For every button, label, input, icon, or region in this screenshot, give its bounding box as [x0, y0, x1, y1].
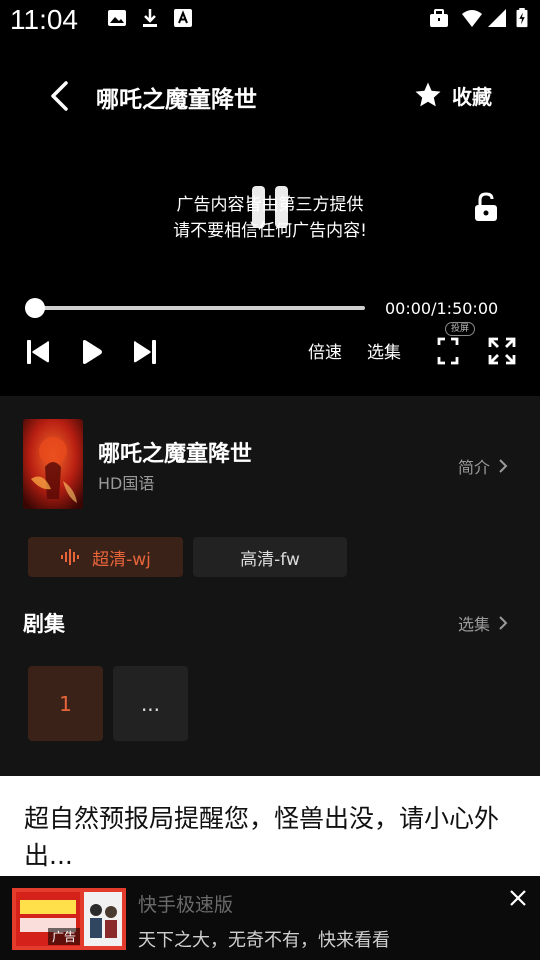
font-icon: [174, 9, 192, 27]
fullscreen-icon[interactable]: [488, 337, 516, 365]
episodes-button[interactable]: 选集: [367, 338, 401, 363]
status-bar: 11:04: [0, 0, 540, 36]
ad-slogan: 天下之大，无奇不有，快来看看: [138, 930, 390, 951]
cast-screen-icon[interactable]: [437, 337, 459, 365]
episodes-select-label: 选集: [458, 615, 491, 634]
favorite-label: 收藏: [452, 84, 492, 109]
signal-icon: [488, 9, 506, 27]
pause-icon: [252, 186, 265, 228]
ad-banner[interactable]: 广告 快手极速版 天下之大，无奇不有，快来看看: [0, 876, 540, 960]
episodes-heading: 剧集: [23, 612, 65, 636]
briefcase-icon: [430, 9, 448, 27]
favorite-button[interactable]: 收藏: [414, 80, 492, 110]
movie-meta: HD国语: [98, 474, 155, 493]
episodes-select-link[interactable]: 选集: [458, 611, 508, 635]
status-time: 11:04: [10, 4, 78, 35]
chevron-right-icon: [499, 459, 508, 473]
pause-button[interactable]: [250, 186, 290, 228]
unlock-icon[interactable]: [473, 192, 499, 222]
episode-button[interactable]: 1: [28, 666, 103, 741]
info-panel: 哪吒之魔童降世 HD国语 简介 超清-wj 高清-fw 剧集 选集 1 ...: [0, 396, 540, 776]
source-tab-chaoqing[interactable]: 超清-wj: [28, 537, 183, 577]
time-readout: 00:00/1:50:00: [385, 299, 499, 318]
movie-name: 哪吒之魔童降世: [98, 442, 253, 467]
play-icon[interactable]: [80, 338, 104, 366]
image-icon: [108, 10, 126, 26]
progress-bar[interactable]: [34, 306, 365, 310]
speed-button[interactable]: 倍速: [308, 338, 342, 363]
source-tab-label: 超清-wj: [92, 549, 151, 570]
progress-thumb[interactable]: [25, 298, 45, 318]
battery-charging-icon: [516, 8, 528, 28]
episode-more-button[interactable]: ...: [113, 666, 188, 741]
ad-tag: 广告: [48, 928, 81, 945]
back-button[interactable]: [46, 80, 74, 112]
video-title: 哪吒之魔童降世: [96, 87, 257, 113]
pause-icon-bar: [275, 186, 288, 228]
intro-label: 简介: [458, 458, 491, 477]
movie-poster[interactable]: [23, 419, 83, 509]
intro-link[interactable]: 简介: [458, 454, 508, 478]
wifi-icon: [462, 10, 482, 27]
chevron-right-icon: [499, 616, 508, 630]
cast-badge: 投屏: [445, 322, 476, 336]
star-icon: [415, 82, 441, 107]
next-icon[interactable]: [133, 339, 157, 365]
download-icon: [143, 9, 157, 27]
ad-app-name: 快手极速版: [138, 894, 234, 916]
notice-banner: 超自然预报局提醒您，怪兽出没，请小心外出...: [0, 776, 540, 876]
source-tab-label: 高清-fw: [240, 549, 300, 570]
sound-wave-icon: [61, 549, 80, 565]
close-icon[interactable]: [508, 888, 528, 908]
previous-icon[interactable]: [26, 339, 50, 365]
source-tab-gaoqing[interactable]: 高清-fw: [193, 537, 347, 577]
notice-text: 超自然预报局提醒您，怪兽出没，请小心外出...: [24, 804, 500, 870]
video-player[interactable]: 哪吒之魔童降世 收藏 广告内容皆由第三方提供 请不要相信任何广告内容! 00:0…: [0, 36, 540, 396]
